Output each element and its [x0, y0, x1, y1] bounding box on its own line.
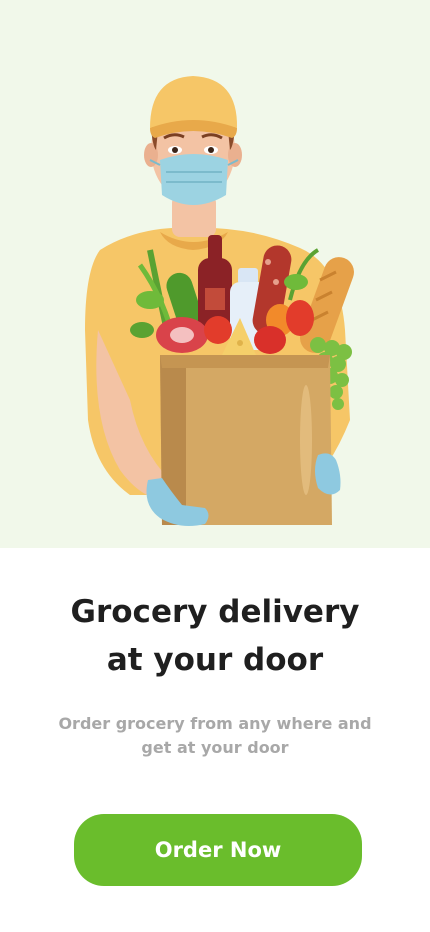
headline: Grocery delivery at your door [0, 588, 430, 684]
hero-section [0, 0, 430, 548]
headline-line-2: at your door [106, 642, 324, 678]
delivery-person-illustration [85, 76, 354, 526]
description-line-1: Order grocery from any where and [58, 714, 372, 733]
order-now-button[interactable]: Order Now [74, 814, 362, 886]
onboarding-content: Grocery delivery at your door Order groc… [0, 548, 430, 932]
description: Order grocery from any where and get at … [55, 712, 375, 760]
description-line-2: get at your door [141, 738, 289, 757]
headline-line-1: Grocery delivery [70, 594, 360, 630]
